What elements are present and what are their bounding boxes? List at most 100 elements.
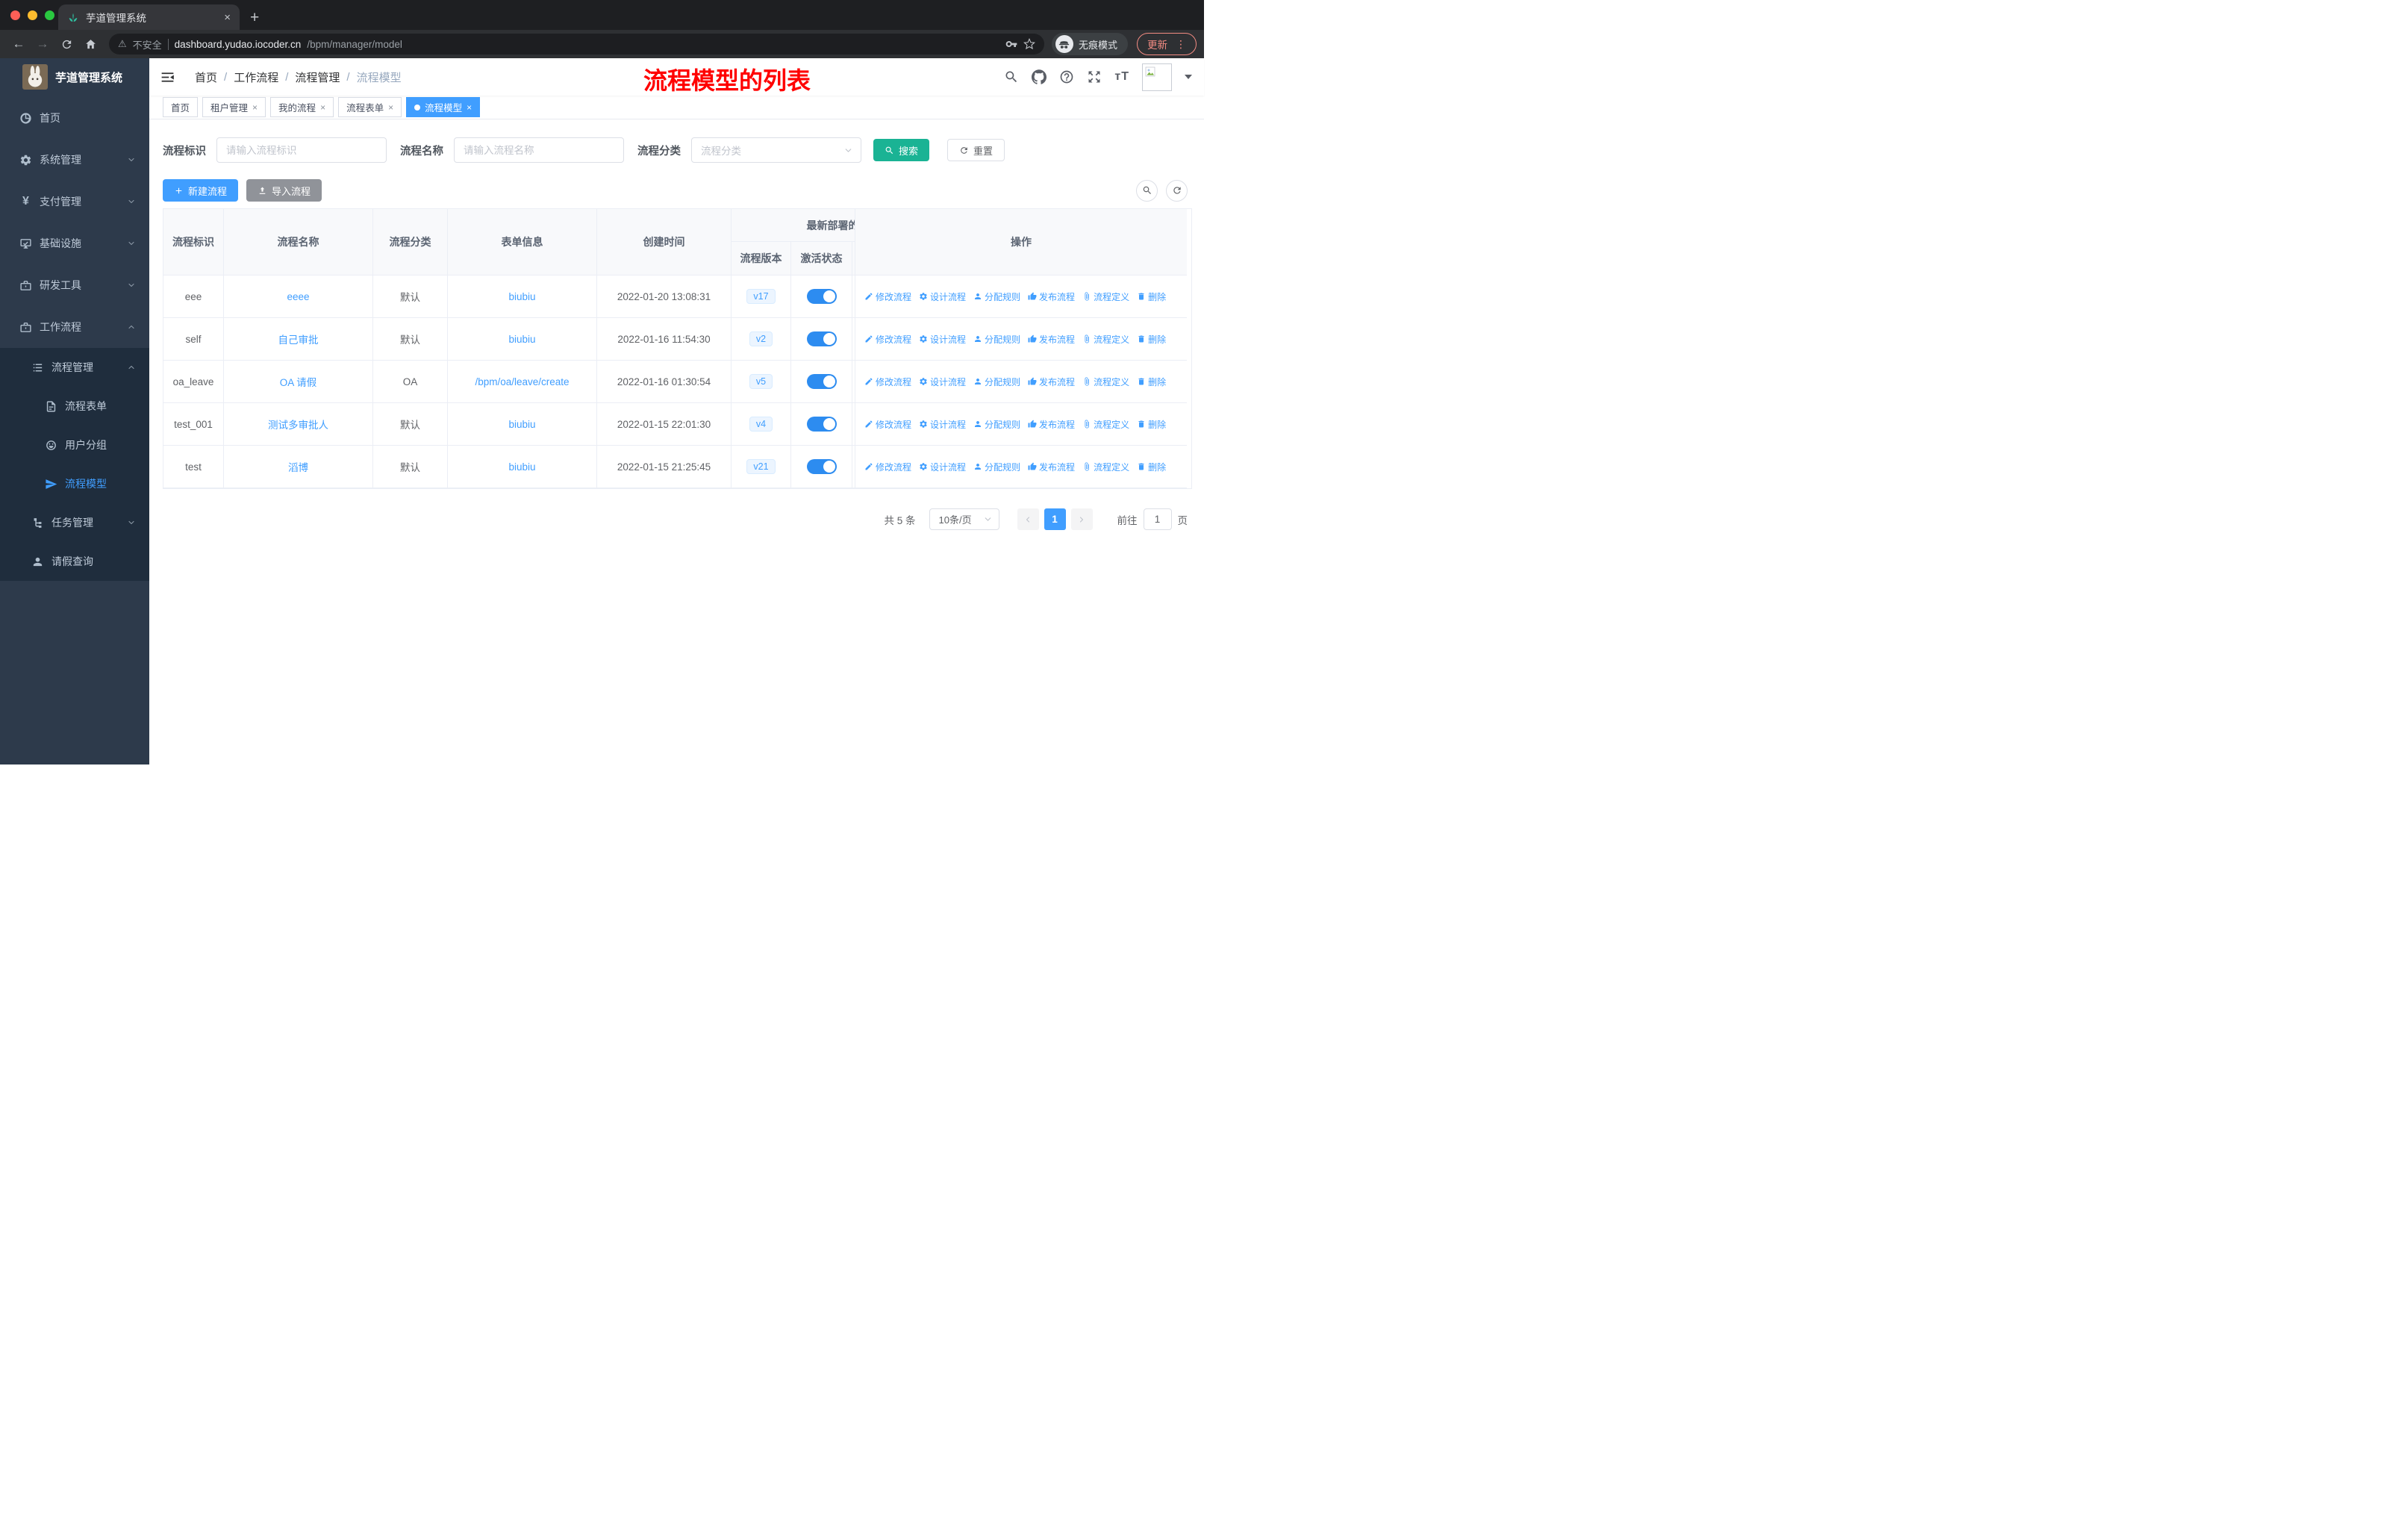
tag-process-model[interactable]: 流程模型 × <box>406 97 481 117</box>
prev-page-button[interactable] <box>1017 508 1039 530</box>
sidebar-item-infra[interactable]: 基础设施 <box>0 222 149 264</box>
delete-link[interactable]: 删除 <box>1137 376 1166 388</box>
sidebar-item-process-model[interactable]: 流程模型 <box>0 464 149 503</box>
delete-link[interactable]: 删除 <box>1137 290 1166 303</box>
publish-process-link[interactable]: 发布流程 <box>1028 376 1075 388</box>
active-toggle[interactable] <box>806 417 837 432</box>
active-toggle[interactable] <box>806 374 837 389</box>
delete-link[interactable]: 删除 <box>1137 333 1166 346</box>
sidebar-item-process-form[interactable]: 流程表单 <box>0 387 149 426</box>
fullscreen-icon[interactable] <box>1087 69 1102 84</box>
process-definition-link[interactable]: 流程定义 <box>1082 290 1129 303</box>
help-icon[interactable] <box>1059 69 1074 84</box>
forward-button[interactable]: → <box>31 33 54 55</box>
bookmark-star-icon[interactable] <box>1023 38 1035 50</box>
browser-tab[interactable]: 芋道管理系统 × <box>58 4 240 30</box>
sidebar-item-workflow[interactable]: 工作流程 <box>0 306 149 348</box>
github-icon[interactable] <box>1032 69 1047 84</box>
process-definition-link[interactable]: 流程定义 <box>1082 418 1129 431</box>
form-info-link[interactable]: /bpm/oa/leave/create <box>475 376 569 387</box>
modify-process-link[interactable]: 修改流程 <box>864 376 911 388</box>
next-page-button[interactable] <box>1070 508 1093 530</box>
modify-process-link[interactable]: 修改流程 <box>864 290 911 303</box>
process-name-link[interactable]: eeee <box>287 291 309 302</box>
new-tab-button[interactable]: + <box>250 9 259 27</box>
form-info-link[interactable]: biubiu <box>508 461 535 473</box>
tag-home[interactable]: 首页 <box>163 97 199 117</box>
sidebar-item-devtools[interactable]: 研发工具 <box>0 264 149 306</box>
search-button[interactable]: 搜索 <box>873 139 930 161</box>
sidebar-item-leave-query[interactable]: 请假查询 <box>0 542 149 581</box>
reload-button[interactable] <box>55 33 78 55</box>
assign-rule-link[interactable]: 分配规则 <box>973 418 1020 431</box>
design-process-link[interactable]: 设计流程 <box>919 376 966 388</box>
modify-process-link[interactable]: 修改流程 <box>864 333 911 346</box>
tag-close-icon[interactable]: × <box>388 102 393 113</box>
sidebar-item-payment[interactable]: ¥ 支付管理 <box>0 181 149 222</box>
chrome-update-button[interactable]: 更新 ⋮ <box>1137 33 1197 55</box>
home-button[interactable] <box>79 33 102 55</box>
breadcrumb-process-management[interactable]: 流程管理 <box>295 69 340 85</box>
process-name-link[interactable]: 测试多审批人 <box>268 417 328 432</box>
tag-close-icon[interactable]: × <box>252 102 258 113</box>
modify-process-link[interactable]: 修改流程 <box>864 461 911 473</box>
process-category-select[interactable]: 流程分类 <box>691 137 861 163</box>
password-key-icon[interactable] <box>1005 38 1017 50</box>
tab-close-icon[interactable]: × <box>224 11 231 24</box>
browser-menu-icon[interactable]: ⋮ <box>1176 38 1186 51</box>
sidebar-item-process-management[interactable]: 流程管理 <box>0 348 149 387</box>
process-definition-link[interactable]: 流程定义 <box>1082 333 1129 346</box>
process-name-link[interactable]: 滔博 <box>288 459 308 474</box>
assign-rule-link[interactable]: 分配规则 <box>973 461 1020 473</box>
breadcrumb-home[interactable]: 首页 <box>195 69 217 85</box>
tag-close-icon[interactable]: × <box>467 102 472 113</box>
import-process-button[interactable]: 导入流程 <box>246 179 322 202</box>
minimize-window-button[interactable] <box>28 10 37 20</box>
sidebar-item-task-management[interactable]: 任务管理 <box>0 503 149 542</box>
avatar[interactable] <box>1142 63 1172 91</box>
address-bar[interactable]: ⚠ 不安全 dashboard.yudao.iocoder.cn/bpm/man… <box>109 34 1044 55</box>
window-controls[interactable] <box>10 10 54 20</box>
form-info-link[interactable]: biubiu <box>508 291 535 302</box>
design-process-link[interactable]: 设计流程 <box>919 418 966 431</box>
design-process-link[interactable]: 设计流程 <box>919 461 966 473</box>
page-size-select[interactable]: 10条/页 <box>929 508 999 530</box>
delete-link[interactable]: 删除 <box>1137 461 1166 473</box>
toggle-search-button[interactable] <box>1136 179 1158 202</box>
sidebar-collapse-icon[interactable] <box>160 69 175 85</box>
sidebar-item-home[interactable]: 首页 <box>0 97 149 139</box>
breadcrumb-workflow[interactable]: 工作流程 <box>234 69 278 85</box>
tag-my-process[interactable]: 我的流程 × <box>270 97 334 117</box>
process-definition-link[interactable]: 流程定义 <box>1082 376 1129 388</box>
form-info-link[interactable]: biubiu <box>508 419 535 430</box>
search-icon[interactable] <box>1004 69 1019 84</box>
process-definition-link[interactable]: 流程定义 <box>1082 461 1129 473</box>
process-key-input[interactable] <box>216 137 387 163</box>
delete-link[interactable]: 删除 <box>1137 418 1166 431</box>
active-toggle[interactable] <box>806 459 837 474</box>
reset-button[interactable]: 重置 <box>947 139 1005 161</box>
process-name-input[interactable] <box>454 137 624 163</box>
create-process-button[interactable]: 新建流程 <box>163 179 239 202</box>
avatar-caret-icon[interactable] <box>1185 75 1192 79</box>
assign-rule-link[interactable]: 分配规则 <box>973 333 1020 346</box>
assign-rule-link[interactable]: 分配规则 <box>973 290 1020 303</box>
process-name-link[interactable]: OA 请假 <box>280 374 317 389</box>
maximize-window-button[interactable] <box>45 10 54 20</box>
sidebar-item-system[interactable]: 系统管理 <box>0 139 149 181</box>
back-button[interactable]: ← <box>7 33 30 55</box>
tag-tenant-management[interactable]: 租户管理 × <box>202 97 266 117</box>
publish-process-link[interactable]: 发布流程 <box>1028 333 1075 346</box>
publish-process-link[interactable]: 发布流程 <box>1028 290 1075 303</box>
tag-process-form[interactable]: 流程表单 × <box>338 97 402 117</box>
publish-process-link[interactable]: 发布流程 <box>1028 461 1075 473</box>
form-info-link[interactable]: biubiu <box>508 334 535 345</box>
app-logo[interactable]: 芋道管理系统 <box>0 58 149 96</box>
assign-rule-link[interactable]: 分配规则 <box>973 376 1020 388</box>
process-name-link[interactable]: 自己审批 <box>278 331 319 346</box>
goto-page-input[interactable] <box>1143 508 1172 530</box>
publish-process-link[interactable]: 发布流程 <box>1028 418 1075 431</box>
active-toggle[interactable] <box>806 331 837 346</box>
close-window-button[interactable] <box>10 10 20 20</box>
sidebar-item-user-group[interactable]: 用户分组 <box>0 426 149 464</box>
